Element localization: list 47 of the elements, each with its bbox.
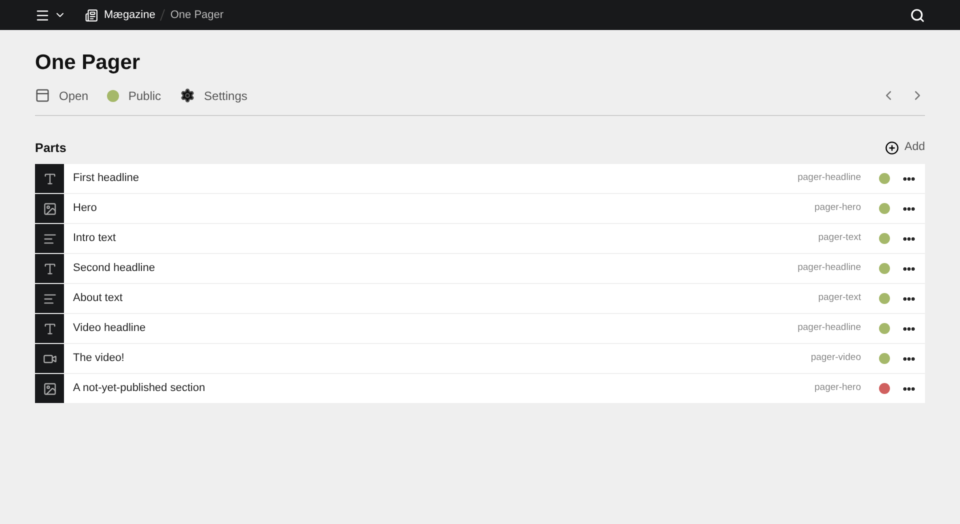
part-row[interactable]: First headline pager-headline (35, 164, 925, 193)
image-icon (42, 202, 56, 216)
section-title: Parts (35, 140, 66, 157)
part-type: pager-headline (798, 261, 861, 276)
newspaper-icon (85, 8, 98, 22)
part-row[interactable]: Intro text pager-text (35, 224, 925, 253)
part-name: About text (73, 291, 123, 306)
part-type: pager-hero (814, 381, 861, 396)
part-row[interactable]: About text pager-text (35, 284, 925, 313)
part-type: pager-hero (814, 201, 861, 216)
gear-icon (180, 88, 196, 103)
search-button[interactable] (910, 8, 925, 22)
add-button[interactable]: Add (884, 139, 925, 157)
text-lines-icon (42, 292, 56, 306)
window-icon (35, 88, 50, 103)
part-row[interactable]: A not-yet-published section pager-hero (35, 374, 925, 403)
status-button[interactable]: Public (107, 86, 162, 104)
page-title: One Pager (35, 50, 142, 76)
breadcrumb-current: One Pager (170, 8, 224, 23)
menu-icon (35, 8, 50, 22)
part-row[interactable]: Hero pager-hero (35, 194, 925, 223)
open-button[interactable]: Open (35, 86, 88, 104)
text-size-icon (42, 172, 56, 186)
breadcrumb-link[interactable]: Mægazine (104, 6, 156, 24)
part-name: Intro text (73, 231, 116, 246)
part-name: Second headline (73, 261, 155, 276)
part-name: A not-yet-published section (73, 381, 206, 396)
search-icon (910, 8, 925, 22)
part-type: pager-headline (798, 321, 861, 336)
part-row[interactable]: The video! pager-video (35, 344, 925, 373)
part-name: First headline (73, 171, 140, 186)
part-type: pager-text (818, 291, 861, 306)
part-name: Hero (73, 201, 97, 216)
plus-circle-icon (884, 141, 899, 155)
part-row[interactable]: Second headline pager-headline (35, 254, 925, 283)
menu-button[interactable] (35, 8, 66, 22)
text-lines-icon (42, 232, 56, 246)
part-type: pager-video (810, 351, 861, 366)
settings-button[interactable]: Settings (180, 86, 248, 104)
text-size-icon (42, 322, 56, 336)
part-type: pager-headline (798, 171, 861, 186)
part-name: The video! (73, 351, 124, 366)
image-icon (42, 382, 56, 396)
text-size-icon (42, 262, 56, 276)
part-row[interactable]: Video headline pager-headline (35, 314, 925, 343)
part-name: Video headline (73, 321, 146, 336)
part-type: pager-text (818, 231, 861, 246)
